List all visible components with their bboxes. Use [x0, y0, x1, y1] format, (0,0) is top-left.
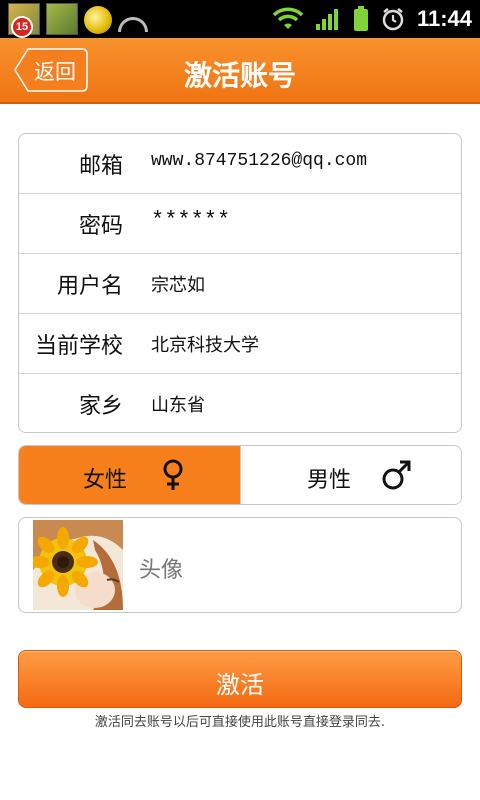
- gender-male-label: 男性: [307, 468, 352, 493]
- avatar-row[interactable]: 头像: [18, 517, 462, 613]
- app-notification-icon[interactable]: 15: [8, 3, 40, 38]
- school-row[interactable]: 当前学校 北京科技大学: [19, 314, 461, 374]
- app-notification-icon[interactable]: [46, 3, 78, 35]
- activate-button-label: 激活: [216, 671, 264, 699]
- hometown-field[interactable]: 山东省: [151, 391, 205, 417]
- password-label: 密码: [78, 214, 123, 239]
- page-title: 激活账号: [183, 59, 296, 92]
- title-bar: 返回 激活账号: [0, 38, 480, 104]
- sun-app-icon[interactable]: [84, 6, 112, 34]
- gender-male-option[interactable]: 男性: [240, 446, 461, 504]
- username-field[interactable]: 宗芯如: [151, 271, 205, 297]
- battery-icon: [353, 6, 368, 31]
- email-row[interactable]: 邮箱 www.874751226@qq.com: [19, 134, 461, 194]
- email-label: 邮箱: [78, 154, 123, 179]
- male-symbol-icon: [382, 460, 411, 490]
- account-form: 邮箱 www.874751226@qq.com 密码 ****** 用户名 宗芯…: [18, 133, 462, 433]
- gender-selector: 女性 男性: [18, 445, 462, 505]
- username-label: 用户名: [56, 274, 123, 299]
- activate-note: 激活同去账号以后可直接使用此账号直接登录同去.: [94, 715, 386, 730]
- avatar-label: 头像: [139, 558, 184, 583]
- alarm-icon: [382, 8, 404, 31]
- school-label: 当前学校: [34, 334, 123, 359]
- school-field[interactable]: 北京科技大学: [151, 331, 259, 357]
- hometown-label: 家乡: [78, 394, 123, 419]
- wifi-icon: [272, 7, 303, 29]
- notification-count-badge: 15: [11, 16, 33, 38]
- female-symbol-icon: [163, 459, 183, 490]
- password-field[interactable]: ******: [151, 208, 230, 233]
- email-field[interactable]: www.874751226@qq.com: [151, 151, 367, 171]
- username-row[interactable]: 用户名 宗芯如: [19, 254, 461, 314]
- hometown-row[interactable]: 家乡 山东省: [19, 374, 461, 434]
- sync-arc-icon: [118, 16, 148, 32]
- status-time: 11:44: [416, 6, 472, 31]
- gender-female-label: 女性: [83, 468, 128, 493]
- avatar-image[interactable]: [33, 520, 123, 610]
- status-bar: 15 11:44: [0, 0, 480, 38]
- password-row[interactable]: 密码 ******: [19, 194, 461, 254]
- gender-female-option[interactable]: 女性: [19, 446, 240, 504]
- signal-icon: [315, 9, 338, 30]
- activate-button[interactable]: 激活: [18, 650, 462, 708]
